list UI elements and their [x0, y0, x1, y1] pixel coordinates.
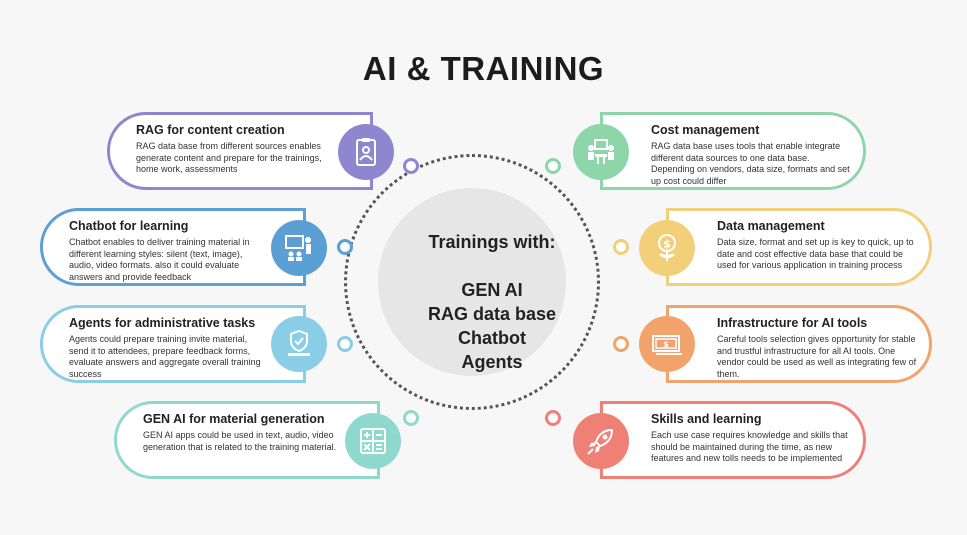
- meeting-icon: [573, 124, 629, 180]
- svg-text:$: $: [663, 340, 669, 349]
- diagram-title: AI & TRAINING: [362, 50, 605, 87]
- card-text: Careful tools selection gives opportunit…: [717, 334, 917, 379]
- card-text: GEN AI apps could be used in text, audio…: [143, 430, 337, 452]
- card-title: Skills and learning: [651, 412, 762, 426]
- calculator-icon: [345, 413, 401, 469]
- banknote-icon: $: [639, 316, 695, 372]
- card-cost-management: Cost management RAG data base uses tools…: [600, 112, 866, 190]
- card-rag-content-creation: RAG for content creation RAG data base f…: [107, 112, 373, 190]
- rocket-icon: [573, 413, 629, 469]
- card-text: RAG data base from different sources ena…: [136, 141, 322, 174]
- card-genai-material: GEN AI for material generation GEN AI ap…: [114, 401, 380, 479]
- connector-dot-genai: [403, 410, 419, 426]
- money-plant-icon: $: [639, 220, 695, 276]
- center-item-agents: Agents: [461, 352, 523, 372]
- connector-dot-skills: [545, 410, 561, 426]
- card-title: RAG for content creation: [136, 123, 285, 137]
- connector-dot-infra: [613, 336, 629, 352]
- card-title: GEN AI for material generation: [143, 412, 325, 426]
- center-list: GEN AI RAG data base Chatbot Agents: [378, 278, 606, 374]
- card-title: Infrastructure for AI tools: [717, 316, 868, 330]
- presentation-icon: [271, 220, 327, 276]
- card-text: Each use case requires knowledge and ski…: [651, 430, 848, 463]
- card-title: Chatbot for learning: [69, 219, 189, 233]
- card-title: Cost management: [651, 123, 760, 137]
- card-text: Agents could prepare training invite mat…: [69, 334, 261, 379]
- svg-text:$: $: [663, 238, 671, 251]
- connector-dot-chatbot: [337, 239, 353, 255]
- connector-dot-cost: [545, 158, 561, 174]
- card-agents-admin: Agents for administrative tasks Agents c…: [40, 305, 306, 383]
- card-chatbot-learning: Chatbot for learning Chatbot enables to …: [40, 208, 306, 286]
- card-infrastructure: Infrastructure for AI tools Careful tool…: [666, 305, 932, 383]
- card-title: Data management: [717, 219, 825, 233]
- card-text: RAG data base uses tools that enable int…: [651, 141, 850, 186]
- center-item-rag: RAG data base: [427, 304, 557, 324]
- shield-laptop-icon: [271, 316, 327, 372]
- center-item-gen-ai: GEN AI: [461, 280, 523, 300]
- card-data-management: Data management Data size, format and se…: [666, 208, 932, 286]
- center-item-chatbot: Chatbot: [458, 328, 526, 348]
- connector-dot-agents: [337, 336, 353, 352]
- card-text: Data size, format and set up is key to q…: [717, 237, 914, 270]
- connector-dot-data: [613, 239, 629, 255]
- connector-dot-rag: [403, 158, 419, 174]
- card-skills-learning: Skills and learning Each use case requir…: [600, 401, 866, 479]
- card-title: Agents for administrative tasks: [69, 316, 256, 330]
- card-text: Chatbot enables to deliver training mate…: [69, 237, 250, 282]
- center-heading: Trainings with:: [428, 232, 556, 252]
- clipboard-person-icon: [338, 124, 394, 180]
